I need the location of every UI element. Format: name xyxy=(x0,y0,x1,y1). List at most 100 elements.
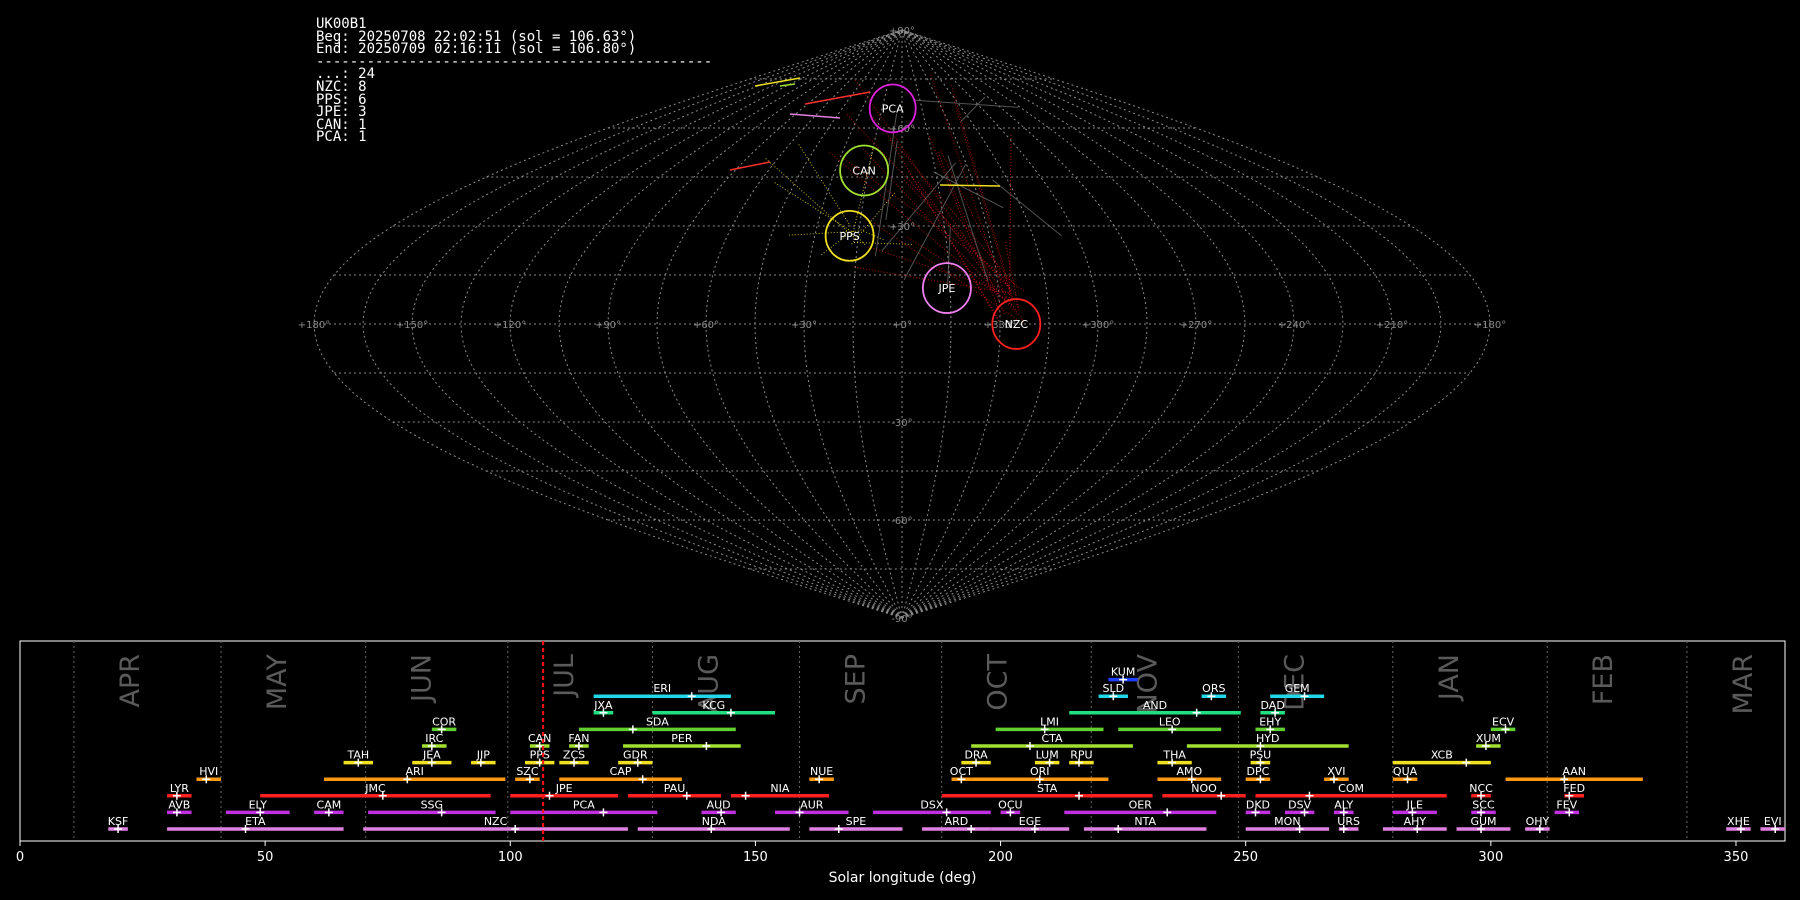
shower-label: JEA xyxy=(422,749,441,762)
meteor-trail xyxy=(851,241,912,245)
x-tick-label: 250 xyxy=(1233,850,1258,865)
shower-label: LUM xyxy=(1036,749,1059,762)
x-tick-label: 300 xyxy=(1478,850,1503,865)
shower-label: EHY xyxy=(1259,715,1281,728)
shower-label: XUM xyxy=(1476,732,1501,745)
shower-label: NTA xyxy=(1134,815,1156,828)
shower-label: GEM xyxy=(1285,682,1310,695)
shower-label: GDR xyxy=(623,749,648,762)
shower-label: ALY xyxy=(1334,798,1353,811)
shower-label: NOO xyxy=(1191,782,1217,795)
separator: ----------------------------------------… xyxy=(316,53,713,70)
shower-label: GUM xyxy=(1470,815,1496,828)
lon-label: +210° xyxy=(1376,320,1408,331)
shower-label: CTA xyxy=(1041,732,1063,745)
shower-peak-marker xyxy=(599,808,608,817)
lon-label: +300° xyxy=(1082,320,1114,331)
x-axis-label: Solar longitude (deg) xyxy=(829,870,977,886)
shower-label: EGE xyxy=(1019,815,1041,828)
meteor-trail xyxy=(774,182,853,233)
lat-label: +90° xyxy=(889,26,915,37)
shower-label: ECV xyxy=(1492,715,1515,728)
meteor-trail xyxy=(874,113,898,257)
meteor-trail xyxy=(947,155,989,282)
lon-label: +60° xyxy=(693,320,719,331)
shower-label: AUR xyxy=(800,798,824,811)
shower-peak-marker xyxy=(967,825,976,833)
x-tick-label: 50 xyxy=(257,850,274,865)
x-tick-label: 200 xyxy=(988,850,1013,865)
shower-label: OCT xyxy=(950,765,973,778)
shower-label: CAM xyxy=(317,798,342,811)
shower-label: OCU xyxy=(998,798,1022,811)
shower-timeline-chart: APR MAY JUN JUL AUG SEP OCT NOV DEC JAN FEB MAR KSF… xyxy=(16,640,1786,886)
shower-label: XCB xyxy=(1431,749,1453,762)
shower-label: JXA xyxy=(593,699,613,712)
lon-label: +30° xyxy=(791,320,817,331)
shower-peak-marker xyxy=(834,825,843,833)
shower-label: JIP xyxy=(476,749,490,762)
shower-label: ELY xyxy=(249,798,268,811)
shower-label: ETA xyxy=(245,815,266,828)
meteor-trail xyxy=(765,158,858,241)
shower-label: SZC xyxy=(516,765,539,778)
shower-label: QUA xyxy=(1393,765,1418,778)
x-tick-label: 100 xyxy=(498,850,523,865)
shower-peak-marker xyxy=(1075,791,1083,800)
shower-label: STA xyxy=(1037,782,1058,795)
shower-peak-marker xyxy=(511,825,520,833)
shower-label: NIA xyxy=(770,782,789,795)
shower-label: RPU xyxy=(1070,749,1092,762)
shower-label: AUD xyxy=(707,798,731,811)
meteor-trail xyxy=(903,179,1017,296)
shower-label: PCA xyxy=(573,798,595,811)
shower-label: AMO xyxy=(1176,765,1202,778)
shower-label: AHY xyxy=(1404,815,1427,828)
shower-peak-marker xyxy=(1217,791,1226,800)
shower-label: NUE xyxy=(810,765,833,778)
shower-label: DPC xyxy=(1247,765,1270,778)
meteor-trail xyxy=(798,144,851,227)
shower-label: DSV xyxy=(1288,798,1311,811)
shower-peak-marker xyxy=(1462,758,1471,767)
shower-label: ARI xyxy=(405,765,423,778)
lon-label: +0° xyxy=(892,320,912,331)
shower-label: EVI xyxy=(1764,815,1782,828)
shower-label: PSU xyxy=(1250,749,1272,762)
shower-label: AVB xyxy=(168,798,190,811)
shower-label: DAD xyxy=(1261,699,1285,712)
shower-label: OHY xyxy=(1526,815,1550,828)
x-tick-label: 0 xyxy=(16,850,24,865)
shower-label: ERI xyxy=(653,682,671,695)
shower-label: URS xyxy=(1337,815,1360,828)
shower-label: CAP xyxy=(610,765,632,778)
shower-label: SSG xyxy=(421,798,444,811)
shower-label: JMC xyxy=(364,782,386,795)
x-tick-label: 350 xyxy=(1724,850,1749,865)
count-pca: PCA: 1 xyxy=(316,129,367,146)
shower-label: KCG xyxy=(702,699,725,712)
shower-label: SDA xyxy=(646,715,669,728)
shower-peak-marker xyxy=(702,742,711,750)
shower-label: ARD xyxy=(945,815,969,828)
shower-label: TAH xyxy=(346,749,369,762)
lon-label: +180° xyxy=(298,320,330,331)
meteor-trail xyxy=(885,140,898,221)
shower-label: SPE xyxy=(846,815,867,828)
month-label: FEB xyxy=(1588,654,1619,705)
lon-label: +150° xyxy=(396,320,428,331)
shower-peak-marker xyxy=(628,725,637,734)
month-label: OCT xyxy=(983,654,1014,711)
radiant-pps-label: PPS xyxy=(839,230,859,243)
shower-label: HVI xyxy=(199,765,218,778)
shower-label: LMI xyxy=(1040,715,1059,728)
shower-label: ZCS xyxy=(563,749,585,762)
shower-label: AAN xyxy=(1562,765,1586,778)
meridian-line xyxy=(803,29,903,619)
shower-label: KUM xyxy=(1111,666,1135,679)
shower-label: PPS xyxy=(530,749,550,762)
meteor-trail xyxy=(939,184,1001,187)
meteor-trail xyxy=(804,91,871,105)
month-label: MAY xyxy=(262,654,293,711)
shower-label: NDA xyxy=(702,815,727,828)
